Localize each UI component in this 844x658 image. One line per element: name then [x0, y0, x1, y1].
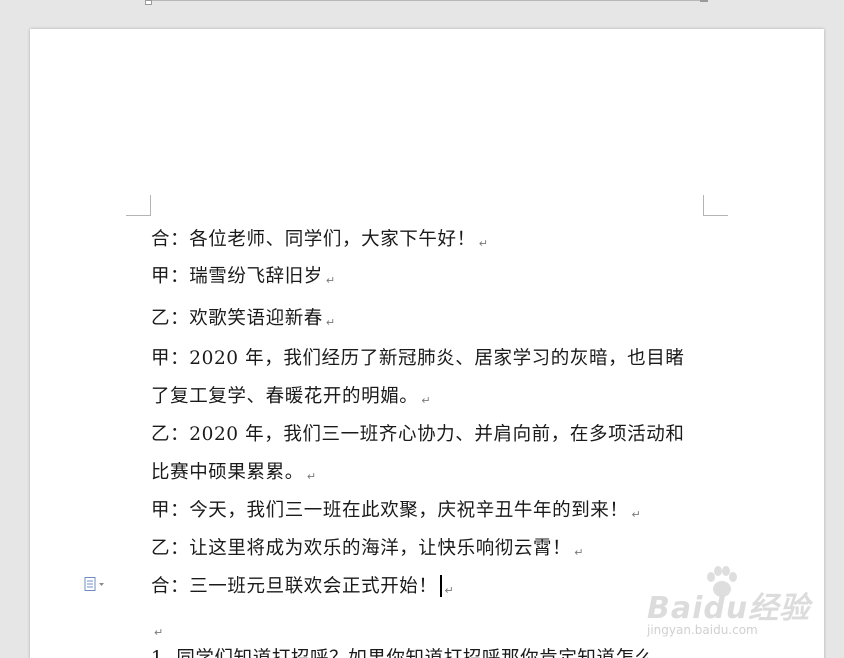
line-text: 1. 同学们知道打招呼？如果你知道打招呼那你肯定知道怎么 — [151, 648, 654, 658]
paragraph-mark-icon: ↵ — [306, 470, 317, 483]
paragraph-mark-icon: ↵ — [444, 584, 455, 597]
paragraph-mark-icon: ↵ — [631, 508, 642, 521]
document-page[interactable]: 合：各位老师、同学们，大家下午好！ ↵ 甲：瑞雪纷飞辞旧岁 ↵ 乙：欢歌笑语迎新春 ↵… — [30, 29, 824, 658]
paragraph-line[interactable]: 1. 同学们知道打招呼？如果你知道打招呼那你肯定知道怎么 — [151, 647, 657, 658]
paragraph-mark-icon: ↵ — [325, 274, 336, 287]
margin-corner-top-left — [126, 195, 151, 216]
paragraph-line[interactable]: 乙：2020 年，我们三一班齐心协力、并肩向前，在多项活动和 — [151, 423, 687, 451]
ruler-right-indent-marker[interactable] — [700, 0, 708, 2]
paragraph-mark-icon: ↵ — [325, 316, 336, 329]
line-text: 甲：今天，我们三一班在此欢聚，庆祝辛丑牛年的到来！ — [151, 500, 629, 521]
paragraph-line[interactable]: 比赛中硕果累累。 ↵ — [151, 461, 317, 489]
margin-corner-top-right — [703, 195, 728, 216]
line-text: 了复工复学、春暖花开的明媚。 — [151, 386, 419, 407]
paragraph-options-icon[interactable] — [84, 577, 106, 591]
paragraph-line[interactable]: 合：三一班元旦联欢会正式开始！ ↵ — [151, 575, 454, 603]
line-text: 甲：瑞雪纷飞辞旧岁 — [151, 266, 323, 287]
paragraph-mark-icon: ↵ — [478, 237, 489, 250]
paragraph-line[interactable]: 了复工复学、春暖花开的明媚。 ↵ — [151, 385, 431, 413]
paragraph-line[interactable]: 甲：今天，我们三一班在此欢聚，庆祝辛丑牛年的到来！ ↵ — [151, 499, 641, 527]
line-text: 合：各位老师、同学们，大家下午好！ — [151, 229, 476, 250]
text-cursor — [439, 575, 442, 597]
ruler-left-indent-marker[interactable] — [145, 0, 152, 5]
paragraph-line[interactable]: 乙：让这里将成为欢乐的海洋，让快乐响彻云霄！ ↵ — [151, 537, 584, 565]
paragraph-line[interactable]: 甲：2020 年，我们经历了新冠肺炎、居家学习的灰暗，也目睹 — [151, 347, 687, 375]
line-text: 乙：2020 年，我们三一班齐心协力、并肩向前，在多项活动和 — [151, 424, 685, 445]
ruler-guide — [150, 0, 708, 1]
paragraph-line[interactable]: 合：各位老师、同学们，大家下午好！ ↵ — [151, 228, 489, 256]
line-text: 乙：让这里将成为欢乐的海洋，让快乐响彻云霄！ — [151, 538, 572, 559]
line-text: 合：三一班元旦联欢会正式开始！ — [151, 576, 438, 597]
paragraph-line[interactable]: 甲：瑞雪纷飞辞旧岁 ↵ — [151, 265, 336, 293]
paragraph-mark-icon: ↵ — [574, 546, 585, 559]
line-text: 甲：2020 年，我们经历了新冠肺炎、居家学习的灰暗，也目睹 — [151, 348, 685, 369]
paragraph-mark-icon: ↵ — [154, 626, 164, 639]
line-text: 比赛中硕果累累。 — [151, 462, 304, 483]
line-text: 乙：欢歌笑语迎新春 — [151, 308, 323, 329]
paragraph-line[interactable]: 乙：欢歌笑语迎新春 ↵ — [151, 307, 336, 335]
document-viewport: 合：各位老师、同学们，大家下午好！ ↵ 甲：瑞雪纷飞辞旧岁 ↵ 乙：欢歌笑语迎新春 ↵… — [0, 0, 844, 658]
paragraph-mark-icon: ↵ — [421, 394, 432, 407]
paragraph-line[interactable]: ↵ — [151, 617, 164, 645]
